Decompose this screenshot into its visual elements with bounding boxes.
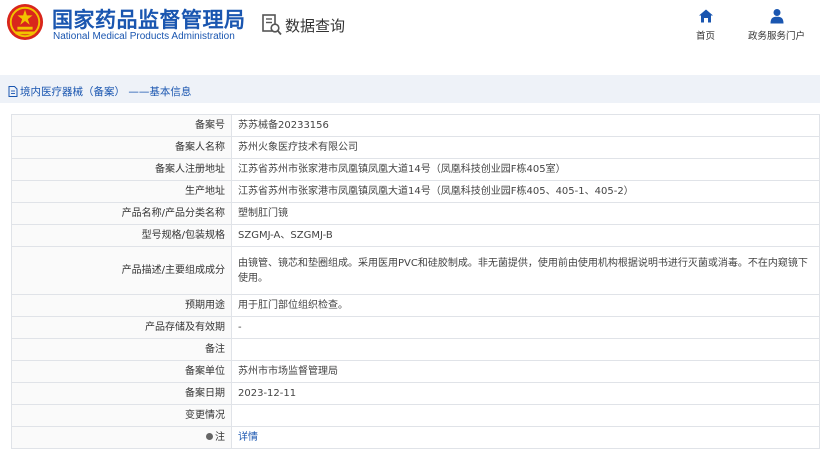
note-bullet-icon — [206, 432, 213, 440]
user-icon — [770, 9, 783, 24]
field-value: 塑制肛门镜 — [231, 202, 820, 225]
table-row: 备案人注册地址 江苏省苏州市张家港市凤凰镇凤凰大道14号（凤凰科技创业园F栋405… — [11, 158, 820, 181]
field-value: 苏州市市场监督管理局 — [231, 360, 820, 383]
table-row: 产品存储及有效期 - — [11, 316, 820, 339]
field-value: 用于肛门部位组织检查。 — [231, 294, 820, 317]
field-value: 2023-12-11 — [231, 382, 820, 405]
record-detail-table: 备案号 苏苏械备20233156 备案人名称 苏州火象医疗技术有限公司 备案人注册地… — [11, 114, 820, 449]
field-value: 江苏省苏州市张家港市凤凰镇凤凰大道14号（凤凰科技创业园F栋405、405-1、… — [231, 180, 820, 203]
field-value: 苏苏械备20233156 — [231, 114, 820, 137]
nav-service-portal[interactable]: 政务服务门户 — [748, 8, 805, 42]
nav-service-portal-label: 政务服务门户 — [748, 31, 806, 42]
site-subtitle: National Medical Products Administration — [53, 31, 235, 42]
table-row: 备案人名称 苏州火象医疗技术有限公司 — [11, 136, 820, 159]
data-query-title: 数据查询 — [285, 16, 346, 35]
search-document-icon — [262, 14, 282, 36]
table-row: 型号规格/包装规格 SZGMJ-A、SZGMJ-B — [11, 224, 820, 247]
breadcrumb[interactable]: 境内医疗器械（备案） ——基本信息 — [8, 84, 191, 99]
data-query-heading: 数据查询 — [262, 14, 345, 36]
site-header: 国家药品监督管理局 National Medical Products Admi… — [0, 0, 820, 62]
note-label: 注 — [215, 432, 225, 443]
national-emblem-icon — [6, 3, 44, 41]
table-row: 备注 — [11, 338, 820, 361]
field-value — [231, 338, 820, 361]
field-label: 产品名称/产品分类名称 — [11, 202, 232, 225]
note-value-cell: 详情 — [231, 426, 820, 449]
table-row: 产品名称/产品分类名称 塑制肛门镜 — [11, 202, 820, 225]
table-row: 产品描述/主要组成成分 由镜管、镜芯和垫圈组成。采用医用PVC和硅胶制成。非无菌提… — [11, 246, 820, 295]
table-row: 预期用途 用于肛门部位组织检查。 — [11, 294, 820, 317]
note-label-cell: 注 — [11, 426, 232, 449]
field-label: 产品存储及有效期 — [11, 316, 232, 339]
breadcrumb-text: 境内医疗器械（备案） ——基本信息 — [20, 86, 192, 98]
field-value: 由镜管、镜芯和垫圈组成。采用医用PVC和硅胶制成。非无菌提供，使用前由使用机构根… — [231, 246, 820, 295]
field-value — [231, 404, 820, 427]
field-label: 备案单位 — [11, 360, 232, 383]
field-value: 江苏省苏州市张家港市凤凰镇凤凰大道14号（凤凰科技创业园F栋405室） — [231, 158, 820, 181]
field-label: 备案人名称 — [11, 136, 232, 159]
table-row: 备案号 苏苏械备20233156 — [11, 114, 820, 137]
field-label: 备案人注册地址 — [11, 158, 232, 181]
home-icon — [698, 9, 713, 23]
table-row: 备案单位 苏州市市场监督管理局 — [11, 360, 820, 383]
table-row: 变更情况 — [11, 404, 820, 427]
field-value: SZGMJ-A、SZGMJ-B — [231, 224, 820, 247]
nav-home[interactable]: 首页 — [696, 8, 715, 42]
field-value: 苏州火象医疗技术有限公司 — [231, 136, 820, 159]
field-label: 变更情况 — [11, 404, 232, 427]
field-value: - — [231, 316, 820, 339]
field-label: 预期用途 — [11, 294, 232, 317]
field-label: 型号规格/包装规格 — [11, 224, 232, 247]
field-label: 生产地址 — [11, 180, 232, 203]
table-row: 注 详情 — [11, 426, 820, 449]
field-label: 备案号 — [11, 114, 232, 137]
nav-home-label: 首页 — [696, 31, 716, 42]
table-row: 生产地址 江苏省苏州市张家港市凤凰镇凤凰大道14号（凤凰科技创业园F栋405、40… — [11, 180, 820, 203]
field-label: 产品描述/主要组成成分 — [11, 246, 232, 295]
field-label: 备注 — [11, 338, 232, 361]
site-title: 国家药品监督管理局 — [52, 8, 246, 32]
table-row: 备案日期 2023-12-11 — [11, 382, 820, 405]
details-link[interactable]: 详情 — [238, 432, 258, 443]
document-icon — [8, 86, 18, 97]
field-label: 备案日期 — [11, 382, 232, 405]
